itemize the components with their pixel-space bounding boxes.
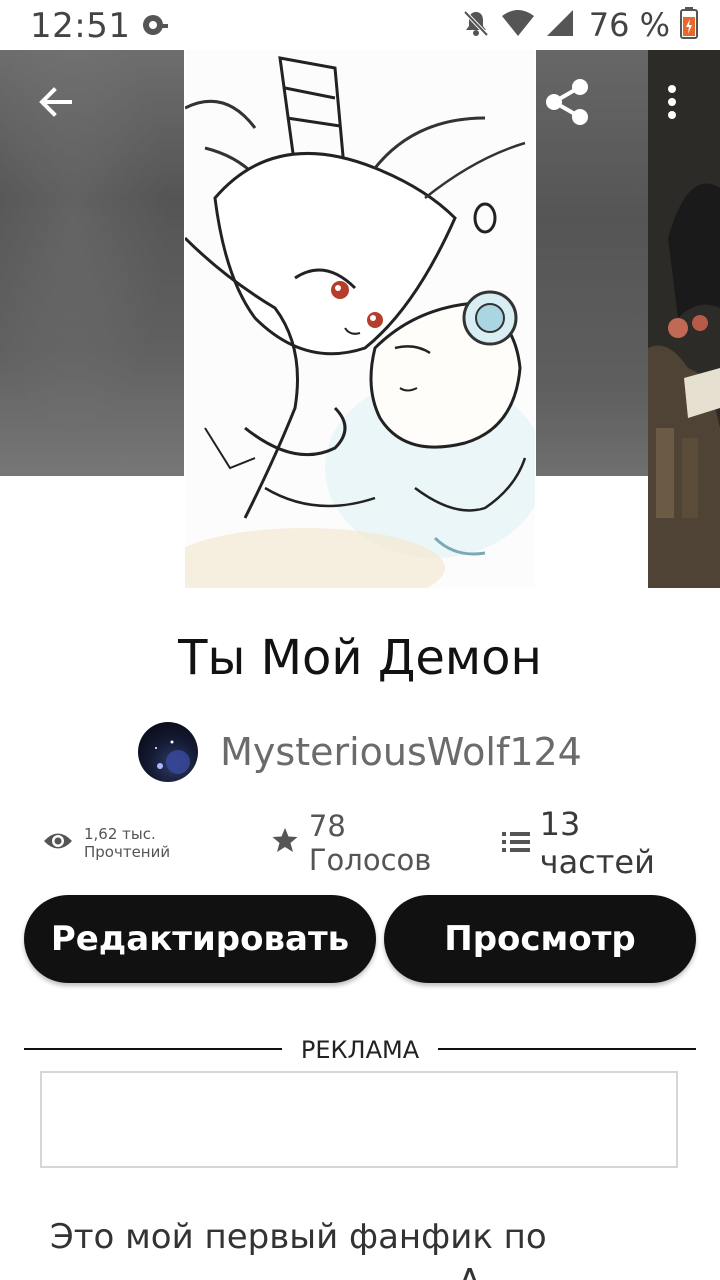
story-description: Это мой первый фанфик по bbox=[50, 1217, 547, 1257]
ad-slot[interactable] bbox=[40, 1071, 678, 1168]
story-stats: 1,62 тыс. Прочтений 78 Голосов 13 частей bbox=[42, 805, 702, 881]
story-cover-image[interactable] bbox=[185, 48, 535, 588]
story-details-screen: 12:51 76 % Ты Мой Демон MysteriousWolf12… bbox=[0, 0, 720, 1280]
view-button[interactable]: Просмотр bbox=[384, 895, 696, 983]
status-icons: 76 % bbox=[461, 6, 698, 44]
battery-percent: 76 % bbox=[588, 6, 670, 44]
story-description-continued: А bbox=[458, 1262, 481, 1280]
status-time: 12:51 bbox=[30, 6, 131, 46]
cover-carousel[interactable] bbox=[0, 48, 720, 588]
reads-stat: 1,62 тыс. Прочтений bbox=[42, 825, 243, 861]
app-notification-icon bbox=[140, 10, 170, 40]
eye-icon bbox=[42, 830, 74, 856]
wifi-icon bbox=[501, 8, 535, 42]
parts-stat[interactable]: 13 частей bbox=[501, 805, 702, 881]
list-icon bbox=[501, 824, 530, 862]
star-icon bbox=[271, 826, 299, 861]
share-icon bbox=[542, 77, 592, 131]
reads-count: 1,62 тыс. Прочтений bbox=[84, 825, 171, 861]
author-row[interactable]: MysteriousWolf124 bbox=[0, 720, 720, 784]
back-button[interactable] bbox=[26, 74, 86, 134]
mute-bell-icon bbox=[461, 8, 491, 42]
votes-count: 78 Голосов bbox=[308, 809, 432, 877]
ad-label: РЕКЛАМА bbox=[300, 1036, 420, 1064]
cell-signal-icon bbox=[545, 8, 575, 42]
share-button[interactable] bbox=[537, 74, 597, 134]
status-bar: 12:51 76 % bbox=[0, 0, 720, 50]
arrow-left-icon bbox=[38, 84, 74, 124]
battery-icon bbox=[680, 7, 698, 43]
edit-button[interactable]: Редактировать bbox=[24, 895, 376, 983]
parts-count: 13 частей bbox=[539, 805, 655, 881]
more-options-button[interactable] bbox=[642, 74, 702, 134]
votes-stat: 78 Голосов bbox=[271, 809, 474, 877]
ad-divider: РЕКЛАМА bbox=[24, 1036, 696, 1064]
author-avatar[interactable] bbox=[138, 722, 199, 782]
more-vertical-icon bbox=[667, 84, 677, 124]
story-title: Ты Мой Демон bbox=[178, 630, 542, 686]
author-name[interactable]: MysteriousWolf124 bbox=[220, 730, 582, 774]
divider-line-right bbox=[438, 1048, 696, 1050]
